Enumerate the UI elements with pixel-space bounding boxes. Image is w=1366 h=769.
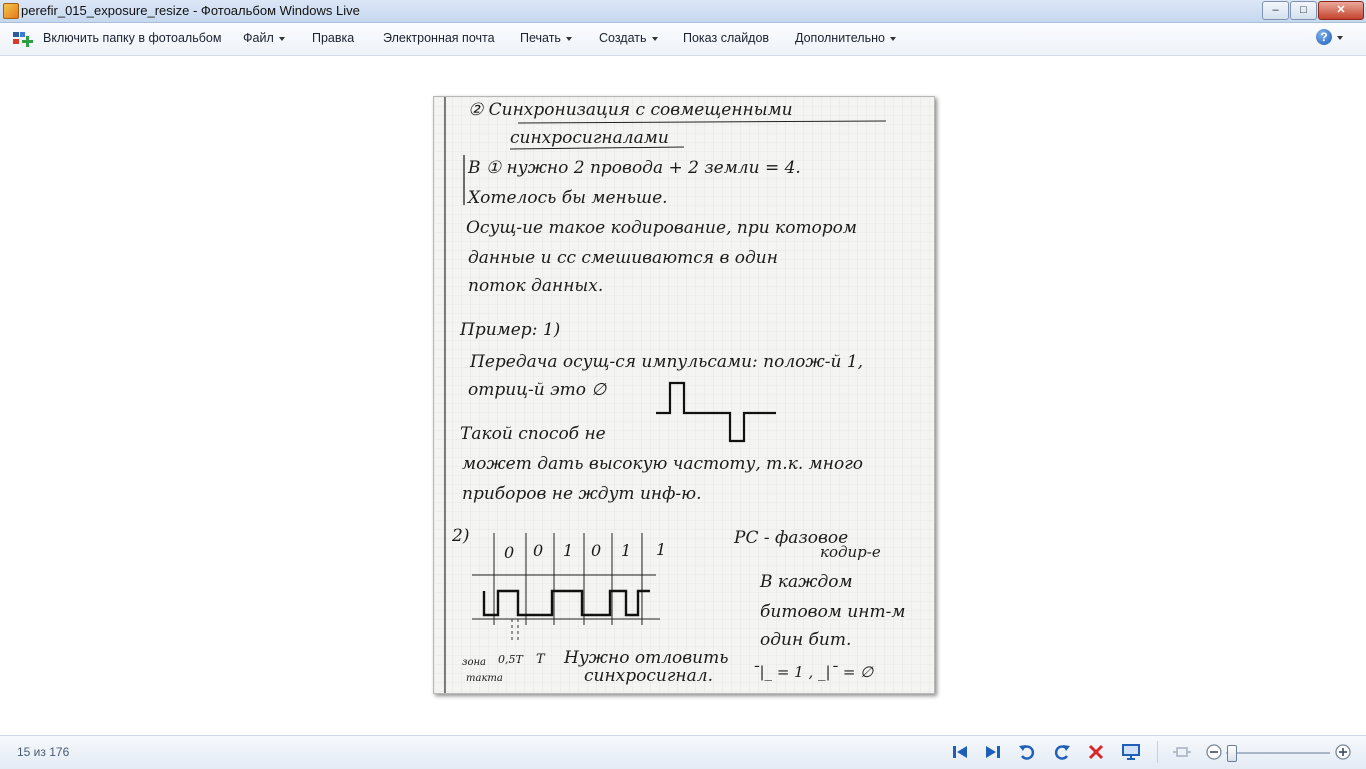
control-bar: 15 из 176 bbox=[0, 735, 1366, 769]
photo-counter: 15 из 176 bbox=[17, 745, 70, 759]
note-line: ② Синхронизация с совмещенными bbox=[468, 100, 793, 120]
close-button[interactable]: ✕ bbox=[1318, 1, 1364, 20]
app-icon bbox=[3, 3, 19, 19]
zoom-in-icon[interactable] bbox=[1333, 742, 1353, 762]
create-menu[interactable]: Создать bbox=[599, 31, 658, 45]
slideshow-menu[interactable]: Показ слайдов bbox=[683, 31, 769, 45]
file-menu[interactable]: Файл bbox=[243, 31, 285, 45]
note-line: кодир-е bbox=[820, 543, 881, 561]
note-line: В каждом bbox=[759, 572, 853, 592]
chevron-down-icon bbox=[565, 36, 572, 41]
note-line: отриц-й это ∅ bbox=[468, 380, 607, 400]
maximize-button[interactable]: □ bbox=[1290, 1, 1317, 20]
edit-menu[interactable]: Правка bbox=[312, 31, 354, 45]
note-line: Нужно отловить bbox=[563, 648, 728, 668]
note-line: Осущ-ие такое кодирование, при котором bbox=[466, 218, 857, 238]
note-line: такта bbox=[466, 673, 503, 684]
note-line: данные и сс смешиваются в один bbox=[468, 248, 778, 268]
chevron-down-icon bbox=[651, 36, 658, 41]
note-line: один бит. bbox=[760, 630, 851, 650]
chevron-down-icon bbox=[889, 36, 896, 41]
zoom-out-icon[interactable] bbox=[1204, 742, 1224, 762]
zoom-slider-track[interactable] bbox=[1226, 752, 1330, 754]
zoom-slider-thumb[interactable] bbox=[1227, 745, 1237, 762]
note-line: ¯|_ = 1 , _|¯ = ∅ bbox=[752, 663, 874, 681]
chevron-down-icon[interactable] bbox=[1337, 36, 1343, 40]
delete-icon[interactable] bbox=[1086, 742, 1106, 762]
command-bar: Включить папку в фотоальбом Файл Правка … bbox=[0, 23, 1366, 56]
next-photo-icon[interactable] bbox=[983, 742, 1003, 762]
bit-label: 0 bbox=[591, 541, 601, 560]
fit-window-icon[interactable] bbox=[1172, 742, 1192, 762]
note-line: В ① нужно 2 провода + 2 земли = 4. bbox=[467, 158, 801, 178]
note-line: приборов не ждут инф-ю. bbox=[462, 484, 702, 504]
photo-image: ② Синхронизация с совмещенными синхросиг… bbox=[433, 96, 935, 694]
note-line: Такой способ не bbox=[460, 424, 606, 444]
rotate-left-icon[interactable] bbox=[1017, 742, 1037, 762]
bit-label: 1 bbox=[563, 541, 573, 560]
include-folder-icon bbox=[13, 32, 33, 47]
chevron-down-icon bbox=[278, 36, 285, 41]
include-folder-button[interactable]: Включить папку в фотоальбом bbox=[43, 31, 221, 45]
toolbar-separator bbox=[1157, 741, 1158, 763]
slideshow-icon[interactable] bbox=[1121, 742, 1141, 762]
window-title: perefir_015_exposure_resize - Фотоальбом… bbox=[21, 3, 360, 18]
rotate-right-icon[interactable] bbox=[1052, 742, 1072, 762]
bit-label: 0 bbox=[504, 543, 514, 562]
minimize-button[interactable]: – bbox=[1262, 1, 1289, 20]
note-line: Пример: 1) bbox=[459, 320, 560, 340]
bit-label: 1 bbox=[621, 541, 631, 560]
note-line: T bbox=[536, 652, 546, 667]
note-line: 2) bbox=[451, 526, 469, 546]
note-line: синхросигналами bbox=[510, 128, 669, 148]
bit-label: 1 bbox=[656, 540, 666, 559]
email-menu[interactable]: Электронная почта bbox=[383, 31, 495, 45]
note-line: 0,5T bbox=[498, 653, 524, 666]
title-bar: perefir_015_exposure_resize - Фотоальбом… bbox=[0, 0, 1366, 23]
bit-label: 0 bbox=[533, 541, 543, 560]
note-line: Хотелось бы меньше. bbox=[466, 188, 668, 208]
note-line: может дать высокую частоту, т.к. много bbox=[462, 454, 863, 474]
help-icon[interactable]: ? bbox=[1316, 29, 1332, 45]
note-line: поток данных. bbox=[468, 276, 603, 296]
note-line: битовом инт-м bbox=[760, 602, 905, 622]
print-menu[interactable]: Печать bbox=[520, 31, 572, 45]
note-line: Передача осущ-ся импульсами: полож-й 1, bbox=[469, 352, 863, 372]
first-photo-icon[interactable] bbox=[950, 742, 970, 762]
extra-menu[interactable]: Дополнительно bbox=[795, 31, 896, 45]
note-line: синхросигнал. bbox=[584, 666, 713, 686]
note-line: зона bbox=[462, 657, 486, 668]
